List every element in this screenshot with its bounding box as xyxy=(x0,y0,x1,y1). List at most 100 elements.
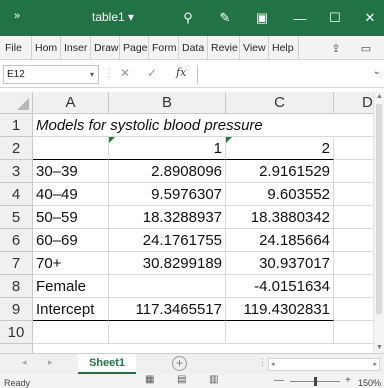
vertical-scrollbar[interactable]: ▲ ▼ xyxy=(373,92,384,353)
table-cell[interactable] xyxy=(109,275,226,298)
column-header-a[interactable]: A xyxy=(33,92,109,114)
sheet-prev-icon[interactable]: ◂ xyxy=(22,357,27,368)
table-cell[interactable]: Female xyxy=(33,275,109,298)
row-header[interactable]: 2 xyxy=(0,137,33,160)
formula-input[interactable] xyxy=(197,65,383,84)
table-cell[interactable]: 60–69 xyxy=(33,229,109,252)
search-icon[interactable]: ⚲ xyxy=(177,7,199,29)
row-header[interactable]: 10 xyxy=(0,321,33,344)
row-header[interactable]: 4 xyxy=(0,183,33,206)
table-cell[interactable]: 9.5976307 xyxy=(109,183,226,206)
table-cell[interactable]: 30.937017 xyxy=(226,252,334,275)
table-cell[interactable]: 24.1761755 xyxy=(109,229,226,252)
minimize-icon[interactable]: — xyxy=(289,7,311,29)
scroll-down-icon[interactable]: ▼ xyxy=(376,344,383,351)
row-header[interactable]: 3 xyxy=(0,160,33,183)
sheet-tab-sheet1[interactable]: Sheet1 xyxy=(78,354,136,374)
sheet-tab-bar: ◂ ▸ Sheet1 + ⋮ ◂ ▸ xyxy=(0,353,384,374)
enter-icon[interactable]: ✓ xyxy=(147,66,157,80)
error-indicator-icon xyxy=(109,137,115,143)
pen-icon[interactable]: ✎ xyxy=(214,7,236,29)
row-header[interactable] xyxy=(0,344,33,353)
cancel-icon[interactable]: ✕ xyxy=(120,66,130,80)
sheet-next-icon[interactable]: ▸ xyxy=(48,357,53,368)
table-cell[interactable] xyxy=(226,321,334,344)
table-cell[interactable]: 50–59 xyxy=(33,206,109,229)
zoom-slider-handle[interactable] xyxy=(314,377,317,386)
ribbon-display-icon[interactable]: ▣ xyxy=(251,7,273,29)
name-box[interactable]: E12 ▾ xyxy=(3,65,99,84)
select-all-corner[interactable] xyxy=(0,92,33,114)
status-bar: Ready ▦ ▤ ▥ — + 150% xyxy=(0,374,384,388)
scroll-up-icon[interactable]: ▲ xyxy=(376,93,383,100)
row-header[interactable]: 5 xyxy=(0,206,33,229)
tab-data[interactable]: Data xyxy=(179,36,208,60)
table-cell[interactable]: 2.9161529 xyxy=(226,160,334,183)
share-icon[interactable]: ⇪ xyxy=(326,39,346,57)
formula-bar: E12 ▾ ⋮ ✕ ✓ fx ⌄ xyxy=(0,60,384,88)
status-text: Ready xyxy=(4,378,31,388)
select-all-icon xyxy=(17,98,29,110)
column-header-b[interactable]: B xyxy=(109,92,226,114)
table-cell[interactable]: 2.8908096 xyxy=(109,160,226,183)
normal-view-icon[interactable]: ▦ xyxy=(145,374,154,385)
table-cell[interactable]: 30.8299189 xyxy=(109,252,226,275)
scroll-right-icon[interactable]: ▸ xyxy=(373,359,377,370)
expand-formula-bar-icon[interactable]: ⌄ xyxy=(373,66,381,77)
table-cell[interactable]: 18.3880342 xyxy=(226,206,334,229)
tab-home[interactable]: Hom xyxy=(32,36,61,60)
tab-formulas[interactable]: Form xyxy=(149,36,179,60)
page-layout-view-icon[interactable]: ▤ xyxy=(177,374,186,385)
zoom-level[interactable]: 150% xyxy=(358,378,381,388)
title-bar: » table1 ▾ ⚲ ✎ ▣ — ☐ ✕ xyxy=(0,0,384,36)
tab-review[interactable]: Revie xyxy=(208,36,240,60)
quick-access-more-icon[interactable]: » xyxy=(14,10,20,22)
table-cell[interactable] xyxy=(33,137,109,160)
table-cell[interactable]: Intercept xyxy=(33,298,109,321)
tab-draw[interactable]: Draw xyxy=(91,36,120,60)
table-cell[interactable]: 30–39 xyxy=(33,160,109,183)
table-cell[interactable]: 18.3288937 xyxy=(109,206,226,229)
table-cell[interactable]: 70+ xyxy=(33,252,109,275)
table-cell[interactable]: 117.3465517 xyxy=(109,298,226,321)
model-header-cell[interactable]: 2 xyxy=(226,137,334,160)
add-sheet-icon[interactable]: + xyxy=(172,356,187,371)
horizontal-scrollbar[interactable]: ◂ ▸ xyxy=(268,358,380,371)
table-cell[interactable]: 119.4302831 xyxy=(226,298,334,321)
tab-help[interactable]: Help xyxy=(269,36,299,60)
tab-file[interactable]: File xyxy=(2,36,32,60)
table-cell[interactable] xyxy=(109,321,226,344)
error-indicator-icon xyxy=(226,137,232,143)
scroll-separator[interactable]: ⋮ xyxy=(258,357,267,368)
page-break-view-icon[interactable]: ▥ xyxy=(209,374,218,385)
ribbon-tabs: File Hom Inser Draw Page Form Data Revie… xyxy=(0,36,384,60)
restore-icon[interactable]: ☐ xyxy=(324,7,346,29)
chevron-down-icon[interactable]: ▾ xyxy=(90,66,94,83)
row-header[interactable]: 1 xyxy=(0,114,33,137)
document-title[interactable]: table1 ▾ xyxy=(92,10,134,24)
table-cell[interactable]: 9.603552 xyxy=(226,183,334,206)
row-header[interactable]: 8 xyxy=(0,275,33,298)
name-box-value: E12 xyxy=(7,69,25,80)
excel-window: » table1 ▾ ⚲ ✎ ▣ — ☐ ✕ File Hom Inser Dr… xyxy=(0,0,384,388)
row-header[interactable]: 7 xyxy=(0,252,33,275)
zoom-out-icon[interactable]: — xyxy=(274,375,284,386)
zoom-in-icon[interactable]: + xyxy=(345,375,351,386)
column-header-c[interactable]: C xyxy=(226,92,334,114)
tab-insert[interactable]: Inser xyxy=(61,36,91,60)
table-cell[interactable] xyxy=(33,321,109,344)
row-header[interactable]: 6 xyxy=(0,229,33,252)
tab-page-layout[interactable]: Page xyxy=(120,36,149,60)
table-cell[interactable]: 40–49 xyxy=(33,183,109,206)
tab-view[interactable]: View xyxy=(240,36,269,60)
row-header[interactable]: 9 xyxy=(0,298,33,321)
close-icon[interactable]: ✕ xyxy=(359,7,381,29)
table-cell[interactable]: 24.185664 xyxy=(226,229,334,252)
table-cell[interactable]: -4.0151634 xyxy=(226,275,334,298)
model-header-cell[interactable]: 1 xyxy=(109,137,226,160)
scroll-thumb[interactable] xyxy=(376,104,382,314)
comments-icon[interactable]: ▭ xyxy=(356,39,376,57)
scroll-left-icon[interactable]: ◂ xyxy=(271,359,275,370)
insert-function-icon[interactable]: fx xyxy=(176,66,186,79)
table-title-cell[interactable]: Models for systolic blood pressure xyxy=(33,114,334,137)
